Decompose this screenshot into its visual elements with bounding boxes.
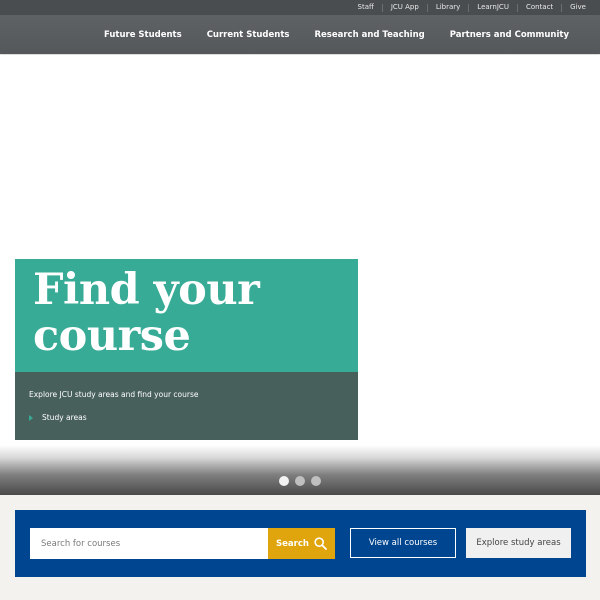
hero-title-panel: Find your course	[15, 259, 358, 372]
course-search-input[interactable]	[30, 528, 268, 559]
chevron-right-icon	[29, 414, 33, 421]
main-nav: Future Students Current Students Researc…	[0, 15, 600, 54]
carousel-pagination	[279, 476, 327, 486]
hero-title-line1: Find your	[33, 265, 260, 315]
hero-title: Find your course	[33, 265, 260, 361]
utility-link-learnjcu[interactable]: LearnJCU	[469, 0, 517, 15]
course-search-section: Search View all courses Explore study ar…	[0, 495, 600, 600]
hero-carousel: Find your course Explore JCU study areas…	[0, 55, 600, 495]
hero-gradient-footer	[0, 445, 600, 495]
utility-link-library[interactable]: Library	[428, 0, 468, 15]
utility-nav: Staff JCU App Library LearnJCU Contact G…	[0, 0, 600, 15]
carousel-dot-3[interactable]	[311, 476, 321, 486]
nav-item-partners-and-community[interactable]: Partners and Community	[450, 30, 569, 40]
study-areas-link-label: Study areas	[42, 413, 87, 422]
nav-item-current-students[interactable]: Current Students	[207, 30, 290, 40]
utility-link-contact[interactable]: Contact	[518, 0, 561, 15]
explore-study-areas-button[interactable]: Explore study areas	[466, 528, 571, 558]
study-areas-link[interactable]: Study areas	[29, 413, 87, 422]
nav-item-future-students[interactable]: Future Students	[104, 30, 182, 40]
utility-link-give[interactable]: Give	[562, 0, 594, 15]
utility-link-staff[interactable]: Staff	[350, 0, 382, 15]
course-search-panel: Search View all courses Explore study ar…	[15, 510, 586, 577]
hero-description: Explore JCU study areas and find your co…	[29, 390, 199, 399]
search-button-label: Search	[276, 538, 309, 549]
search-icon	[314, 537, 327, 550]
hero-info-panel: Explore JCU study areas and find your co…	[15, 372, 358, 440]
carousel-dot-2[interactable]	[295, 476, 305, 486]
hero-title-line2: course	[33, 311, 191, 361]
utility-link-jcu-app[interactable]: JCU App	[383, 0, 427, 15]
carousel-dot-1[interactable]	[279, 476, 289, 486]
nav-item-research-and-teaching[interactable]: Research and Teaching	[314, 30, 424, 40]
view-all-courses-button[interactable]: View all courses	[350, 528, 456, 558]
search-button[interactable]: Search	[268, 528, 335, 559]
hero-card: Find your course Explore JCU study areas…	[15, 259, 358, 440]
